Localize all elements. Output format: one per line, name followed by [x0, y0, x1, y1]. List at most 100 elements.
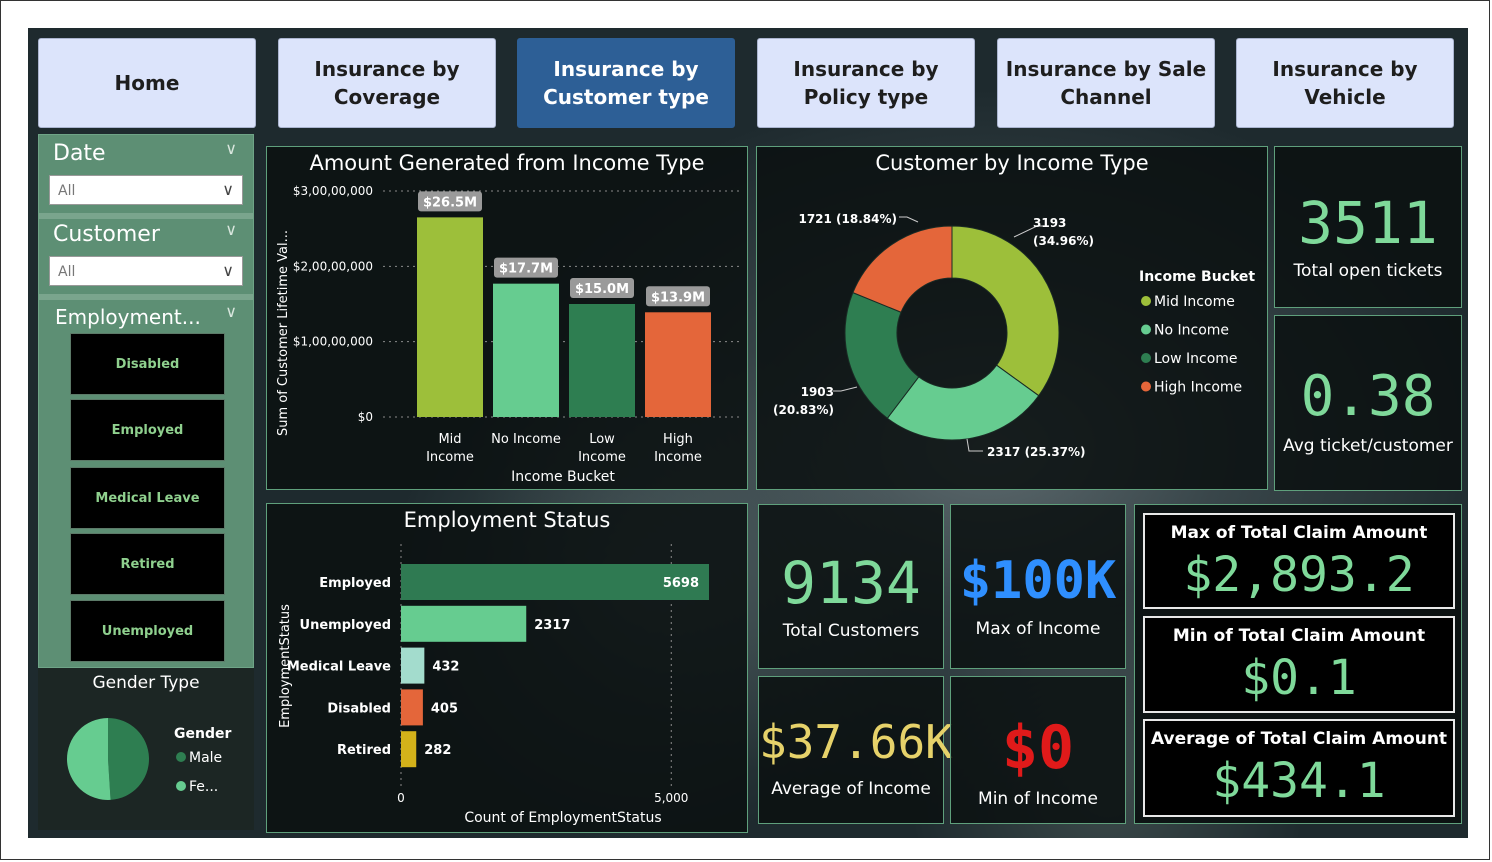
open-tickets-label: Total open tickets: [1293, 261, 1443, 281]
x-tick-label: No Income: [491, 432, 561, 447]
employment-status-chart-panel: Employment Status Employed Unemployed Medi…: [266, 503, 748, 833]
total-customers-value: 9134: [781, 549, 921, 617]
avg-claim-value: $434.1: [1212, 753, 1386, 809]
gender-legend-title: Gender: [174, 726, 231, 742]
income-amount-chart-panel: Amount Generated from Income Type $0 $1,0…: [266, 146, 748, 490]
date-dropdown-value: All: [58, 183, 76, 199]
legend-swatch: [1141, 381, 1151, 392]
employment-filter-title: Employment...: [55, 305, 201, 329]
max-income-value: $100K: [959, 551, 1117, 611]
bar-mid-income[interactable]: [417, 217, 483, 417]
y-tick-label: Unemployed: [300, 618, 391, 633]
bar-unemployed[interactable]: [401, 605, 527, 642]
open-tickets-card: 3511 Total open tickets: [1274, 146, 1462, 308]
max-claim-card: Max of Total Claim Amount $2,893.2: [1143, 513, 1455, 609]
legend-label[interactable]: Mid Income: [1154, 294, 1235, 310]
divider: [39, 213, 253, 219]
date-filter-title: Date: [53, 141, 106, 166]
bar-high-income[interactable]: [645, 312, 711, 417]
y-tick-label: Employed: [319, 576, 391, 591]
legend-swatch-female: [176, 781, 186, 791]
y-tick-label: Retired: [337, 743, 391, 758]
max-income-card: $100K Max of Income: [950, 504, 1126, 669]
y-tick-label: $1,00,00,000: [293, 335, 373, 349]
avg-income-value: $37.66K: [759, 715, 953, 769]
avg-claim-card: Average of Total Claim Amount $434.1: [1143, 719, 1455, 817]
legend-swatch: [1141, 353, 1151, 363]
slice-label-mid-income: 3193 (34.96%): [1033, 216, 1094, 248]
x-tick-label: High Income: [654, 432, 702, 465]
customer-filter-title: Customer: [53, 222, 160, 247]
avg-claim-label: Average of Total Claim Amount: [1150, 729, 1448, 749]
open-tickets-value: 3511: [1298, 189, 1438, 257]
chevron-down-icon[interactable]: ∨: [225, 302, 237, 321]
gender-chart: Gender Type Gender Male Fe...: [38, 668, 254, 830]
x-tick-label: 0: [397, 791, 405, 805]
x-tick-label: Low Income: [578, 432, 626, 465]
employment-option-disabled[interactable]: Disabled: [70, 333, 225, 395]
claim-amount-panel: Max of Total Claim Amount $2,893.2 Min o…: [1134, 504, 1462, 824]
employment-option-medical-leave[interactable]: Medical Leave: [70, 467, 225, 529]
y-tick-label: $2,00,00,000: [293, 259, 373, 273]
bar-low-income[interactable]: [569, 304, 635, 417]
legend-swatch-male: [176, 752, 186, 762]
tab-home[interactable]: Home: [38, 38, 256, 128]
legend-label[interactable]: Low Income: [1154, 351, 1238, 367]
y-tick-label: Medical Leave: [287, 660, 391, 675]
employment-option-employed[interactable]: Employed: [70, 399, 225, 461]
slice-male[interactable]: [108, 718, 149, 800]
legend-label[interactable]: No Income: [1154, 323, 1229, 339]
data-label: $17.7M: [499, 262, 553, 277]
income-amount-bar-chart: $0 $1,00,00,000 $2,00,00,000 $3,00,00,000 $2…: [276, 184, 739, 485]
slice-mid-income[interactable]: [951, 225, 1060, 397]
customer-income-chart-panel: Customer by Income Type 3193 (34.96%) 172…: [756, 146, 1268, 490]
min-income-value: $0: [1001, 713, 1075, 783]
data-label: 432: [432, 660, 459, 675]
bar-medical-leave[interactable]: [401, 647, 425, 684]
data-label: 5698: [663, 576, 699, 591]
legend-swatch: [1141, 324, 1151, 335]
tab-insurance-by-vehicle[interactable]: Insurance by Vehicle: [1236, 38, 1454, 128]
bar-retired[interactable]: [401, 731, 417, 768]
customer-dropdown[interactable]: All ∨: [49, 256, 243, 286]
slice-label-no-income: 2317 (25.37%): [987, 445, 1086, 459]
total-customers-card: 9134 Total Customers: [758, 504, 944, 669]
chevron-down-icon[interactable]: ∨: [225, 139, 237, 158]
min-income-label: Min of Income: [978, 789, 1098, 809]
tab-insurance-by-customer-type[interactable]: Insurance by Customer type: [517, 38, 735, 128]
tab-insurance-by-coverage[interactable]: Insurance by Coverage: [278, 38, 496, 128]
data-label: $26.5M: [423, 195, 477, 210]
max-claim-value: $2,893.2: [1183, 547, 1415, 603]
employment-option-retired[interactable]: Retired: [70, 533, 225, 595]
bar-no-income[interactable]: [493, 283, 559, 417]
y-tick-label: Disabled: [327, 701, 391, 716]
legend-label-female: Fe...: [189, 779, 218, 795]
legend-title: Income Bucket: [1139, 269, 1255, 285]
customer-income-donut: 3193 (34.96%) 1721 (18.84%) 1903 (20.83%) …: [773, 212, 1255, 459]
min-claim-value: $0.1: [1241, 650, 1357, 706]
legend-label[interactable]: High Income: [1154, 380, 1242, 396]
tab-insurance-by-policy-type[interactable]: Insurance by Policy type: [757, 38, 975, 128]
y-axis-label: Sum of Customer Lifetime Val...: [276, 230, 291, 436]
x-tick-label: Mid Income: [426, 432, 474, 465]
min-claim-label: Min of Total Claim Amount: [1172, 626, 1426, 646]
tab-insurance-by-sale-channel[interactable]: Insurance by Sale Channel: [997, 38, 1215, 128]
y-axis-label: EmploymentStatus: [278, 604, 293, 728]
employment-option-unemployed[interactable]: Unemployed: [70, 600, 225, 662]
date-dropdown[interactable]: All ∨: [49, 175, 243, 205]
x-axis-label: Count of EmploymentStatus: [464, 810, 661, 826]
divider: [39, 294, 253, 300]
legend-label-male: Male: [189, 750, 222, 766]
chevron-down-icon[interactable]: ∨: [225, 220, 237, 239]
max-claim-label: Max of Total Claim Amount: [1170, 523, 1428, 543]
data-label: 405: [431, 701, 458, 716]
avg-ticket-card: 0.38 Avg ticket/customer: [1274, 315, 1462, 491]
slice-fe[interactable]: [66, 718, 111, 800]
avg-income-label: Average of Income: [771, 779, 931, 799]
slice-label-low-income: 1903 (20.83%): [773, 385, 834, 417]
x-axis-label: Income Bucket: [511, 469, 615, 485]
filter-panel: Date ∨ All ∨ Customer ∨ All ∨ Employment…: [38, 134, 254, 668]
gender-pie: Gender Male Fe...: [66, 718, 231, 800]
employment-status-bar-chart: Employed Unemployed Medical Leave Disabled R…: [278, 544, 709, 826]
bar-disabled[interactable]: [401, 689, 423, 726]
